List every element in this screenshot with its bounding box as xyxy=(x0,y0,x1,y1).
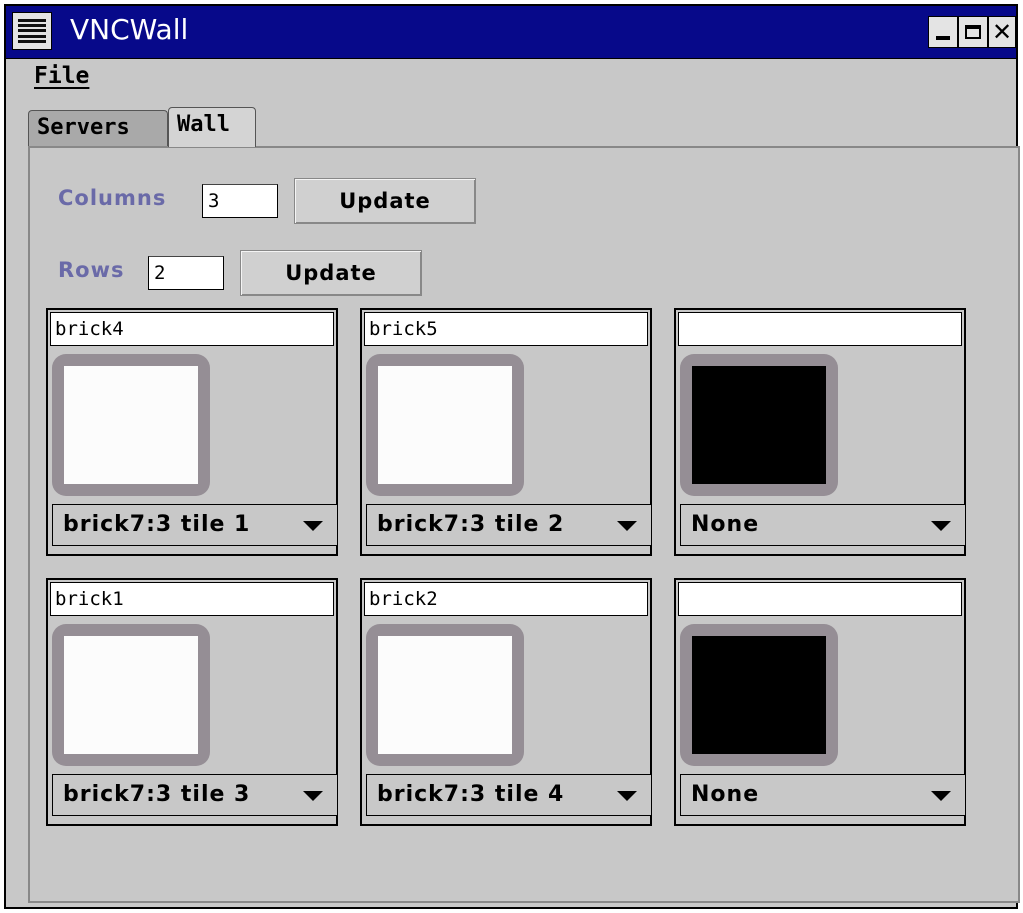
minimize-button[interactable] xyxy=(928,16,958,48)
rows-label: Rows xyxy=(58,258,125,282)
tile-source-value: brick7:3 tile 1 xyxy=(63,512,251,537)
columns-label: Columns xyxy=(58,186,167,210)
wall-tile: brick1 brick7:3 tile 3 xyxy=(46,578,338,826)
wall-tile: brick4 brick7:3 tile 1 xyxy=(46,308,338,556)
dropdown-arrow-icon xyxy=(303,521,323,531)
tile-source-value: None xyxy=(691,782,760,807)
tile-preview xyxy=(64,636,198,754)
wall-panel: Columns 3 Update Rows 2 Update brick4 br… xyxy=(28,146,1020,903)
menu-bar: File xyxy=(6,59,1016,97)
minimize-icon xyxy=(936,36,950,40)
tile-source-select[interactable]: None xyxy=(680,504,966,546)
tile-source-select[interactable]: brick7:3 tile 2 xyxy=(366,504,652,546)
tile-preview-frame xyxy=(52,624,210,766)
dropdown-arrow-icon xyxy=(617,521,637,531)
maximize-button[interactable] xyxy=(958,16,988,48)
tile-name-field[interactable] xyxy=(678,582,962,616)
tile-source-value: brick7:3 tile 2 xyxy=(377,512,565,537)
dropdown-arrow-icon xyxy=(931,521,951,531)
tile-preview xyxy=(64,366,198,484)
dropdown-arrow-icon xyxy=(931,791,951,801)
tile-preview-frame xyxy=(680,624,838,766)
wall-tile: None xyxy=(674,578,966,826)
tab-wall[interactable]: Wall xyxy=(168,107,256,147)
wall-tile: brick5 brick7:3 tile 2 xyxy=(360,308,652,556)
rows-input[interactable]: 2 xyxy=(148,256,224,290)
app-window: VNCWall ✕ File Servers Wall Columns 3 Up… xyxy=(4,4,1020,909)
wall-tile: None xyxy=(674,308,966,556)
tile-name-field[interactable]: brick5 xyxy=(364,312,648,346)
tile-source-value: None xyxy=(691,512,760,537)
tile-name-field[interactable]: brick4 xyxy=(50,312,334,346)
tab-servers[interactable]: Servers xyxy=(28,110,168,146)
tile-preview xyxy=(378,366,512,484)
maximize-icon xyxy=(965,25,981,39)
tile-source-select[interactable]: brick7:3 tile 1 xyxy=(52,504,338,546)
dropdown-arrow-icon xyxy=(303,791,323,801)
window-menu-icon[interactable] xyxy=(12,12,52,50)
tile-preview-frame xyxy=(680,354,838,496)
tile-name-field[interactable] xyxy=(678,312,962,346)
close-icon: ✕ xyxy=(992,18,1013,46)
tile-name-field[interactable]: brick2 xyxy=(364,582,648,616)
tile-name-field[interactable]: brick1 xyxy=(50,582,334,616)
tile-preview-frame xyxy=(366,354,524,496)
tile-preview xyxy=(378,636,512,754)
tile-preview xyxy=(692,366,826,484)
tile-source-value: brick7:3 tile 3 xyxy=(63,782,251,807)
tile-source-select[interactable]: None xyxy=(680,774,966,816)
tile-preview xyxy=(692,636,826,754)
title-bar[interactable]: VNCWall ✕ xyxy=(6,6,1016,59)
window-title: VNCWall xyxy=(70,13,189,46)
columns-input[interactable]: 3 xyxy=(202,184,278,218)
tile-source-select[interactable]: brick7:3 tile 3 xyxy=(52,774,338,816)
tile-source-select[interactable]: brick7:3 tile 4 xyxy=(366,774,652,816)
close-button[interactable]: ✕ xyxy=(988,16,1016,48)
menu-file[interactable]: File xyxy=(34,63,89,89)
update-rows-button[interactable]: Update xyxy=(240,250,422,296)
wall-tile: brick2 brick7:3 tile 4 xyxy=(360,578,652,826)
dropdown-arrow-icon xyxy=(617,791,637,801)
tile-preview-frame xyxy=(52,354,210,496)
tile-source-value: brick7:3 tile 4 xyxy=(377,782,565,807)
update-columns-button[interactable]: Update xyxy=(294,178,476,224)
tile-preview-frame xyxy=(366,624,524,766)
